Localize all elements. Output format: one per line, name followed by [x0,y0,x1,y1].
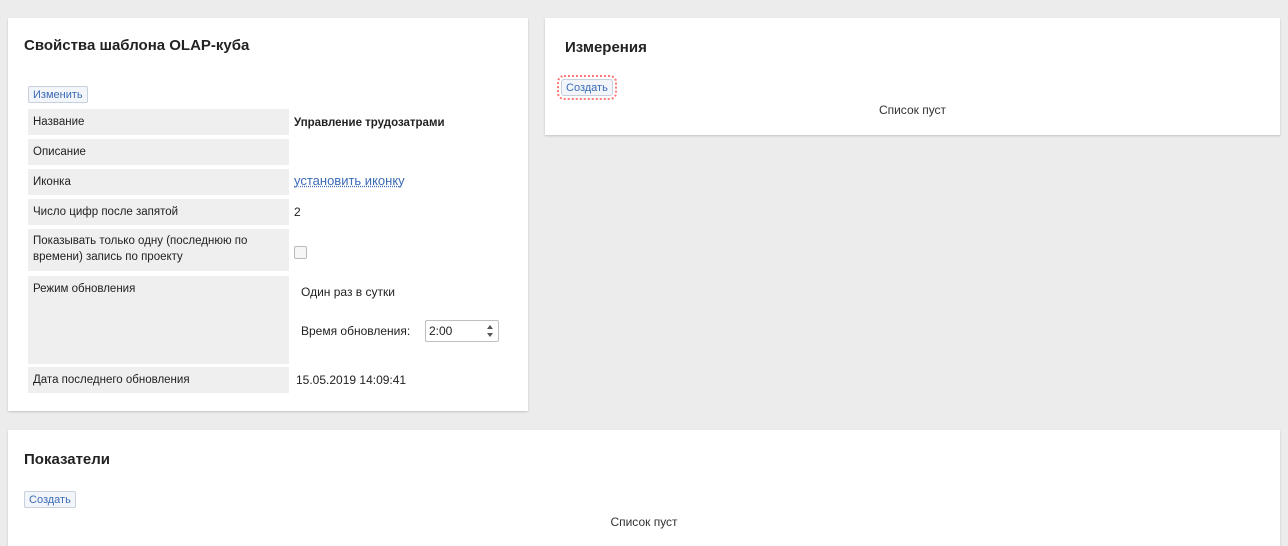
last-update-label: Дата последнего обновления [28,367,289,393]
dimensions-panel [545,18,1280,135]
update-time-spinner[interactable]: 2:00 [425,320,499,342]
show-last-label: Показывать только одну (последнюю по вре… [28,229,289,271]
page: Свойства шаблона OLAP-куба Изменить Назв… [0,0,1288,546]
measures-panel-title: Показатели [24,451,111,468]
create-measure-button[interactable]: Создать [24,491,76,508]
edit-button[interactable]: Изменить [28,86,88,103]
update-mode-label: Режим обновления [28,276,289,364]
dimensions-panel-title: Измерения [565,39,647,56]
icon-label: Иконка [28,169,289,195]
description-label: Описание [28,139,289,165]
set-icon-link[interactable]: установить иконку [294,173,405,189]
name-value: Управление трудозатрами [294,117,445,129]
decimals-label: Число цифр после запятой [28,199,289,225]
create-dimension-button[interactable]: Создать [557,75,617,100]
spinner-arrows-icon[interactable] [486,323,494,339]
update-mode-value: Один раз в сутки [301,285,395,299]
decimals-value: 2 [294,205,301,219]
dimensions-empty-text: Список пуст [878,103,947,117]
name-label: Название [28,109,289,135]
properties-panel-title: Свойства шаблона OLAP-куба [24,37,250,54]
last-update-value: 15.05.2019 14:09:41 [296,373,407,387]
show-last-checkbox[interactable] [294,246,307,259]
update-time-label: Время обновления: [301,324,411,338]
update-time-value: 2:00 [429,324,453,338]
measures-empty-text: Список пуст [610,515,678,529]
